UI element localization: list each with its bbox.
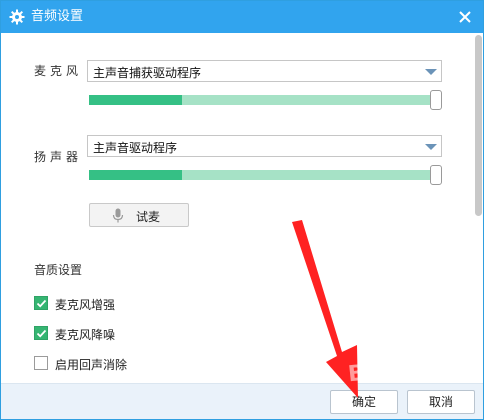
speaker-volume-fill bbox=[89, 170, 182, 180]
checkbox-label: 麦克风增强 bbox=[55, 298, 116, 312]
dialog-title: 音频设置 bbox=[31, 9, 84, 24]
scrollbar-thumb[interactable] bbox=[475, 35, 482, 216]
checkmark-icon bbox=[36, 329, 47, 338]
speaker-device-value: 主声音驱动程序 bbox=[93, 141, 178, 155]
close-button[interactable] bbox=[453, 5, 477, 29]
microphone-device-select[interactable]: 主声音捕获驱动程序 bbox=[87, 60, 442, 82]
test-microphone-button[interactable]: 试麦 bbox=[89, 203, 189, 227]
speaker-volume-track[interactable] bbox=[89, 170, 435, 180]
dialog-footer: 确定 取消 bbox=[1, 383, 483, 419]
ok-button[interactable]: 确定 bbox=[330, 390, 398, 414]
microphone-icon bbox=[112, 208, 124, 226]
title-bar: 音频设置 bbox=[1, 1, 483, 33]
quality-settings-title: 音质设置 bbox=[34, 263, 83, 277]
checkbox-unchecked[interactable] bbox=[34, 356, 48, 370]
checkbox-label: 麦克风降噪 bbox=[55, 328, 116, 342]
speaker-device-select[interactable]: 主声音驱动程序 bbox=[87, 135, 442, 157]
microphone-volume-fill bbox=[89, 95, 182, 105]
checkbox-label: 启用回声消除 bbox=[55, 358, 128, 372]
checkbox-checked[interactable] bbox=[34, 326, 48, 340]
speaker-label: 扬声器 bbox=[34, 150, 83, 164]
microphone-device-value: 主声音捕获驱动程序 bbox=[93, 66, 202, 80]
vertical-scrollbar[interactable] bbox=[473, 33, 483, 383]
speaker-volume-handle[interactable] bbox=[430, 165, 442, 185]
microphone-label: 麦克风 bbox=[34, 64, 83, 78]
microphone-volume-handle[interactable] bbox=[430, 90, 442, 110]
gear-icon bbox=[9, 9, 25, 25]
microphone-volume-track[interactable] bbox=[89, 95, 435, 105]
close-icon bbox=[459, 11, 471, 23]
test-microphone-label: 试麦 bbox=[136, 210, 161, 224]
audio-settings-dialog: 音频设置 麦克风 主声音捕获驱动程序 扬声器 主声音驱动程序 试麦 音质设置 麦… bbox=[0, 0, 484, 420]
checkbox-checked[interactable] bbox=[34, 296, 48, 310]
chevron-down-icon bbox=[425, 144, 437, 150]
chevron-down-icon bbox=[425, 69, 437, 75]
cancel-button[interactable]: 取消 bbox=[407, 390, 475, 414]
checkmark-icon bbox=[36, 299, 47, 308]
